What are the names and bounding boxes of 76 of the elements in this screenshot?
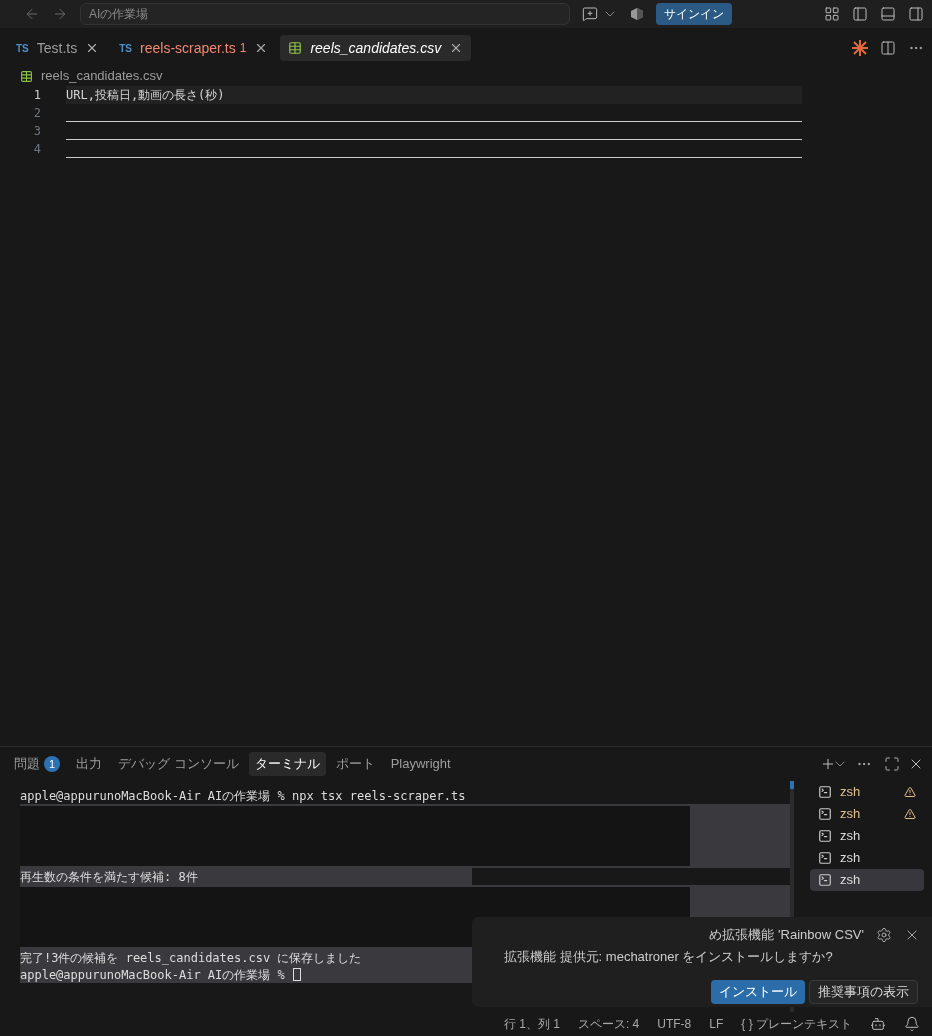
error-count: 1 — [239, 40, 247, 57]
notification-text: め拡張機能 'Rainbow CSV' — [709, 926, 864, 944]
tab-label: Test.ts — [36, 38, 78, 58]
tab-label: 出力 — [76, 755, 102, 774]
chat-icon[interactable] — [582, 6, 598, 22]
status-item[interactable]: LF — [709, 1015, 724, 1033]
code-line: URL,投稿日,動画の長さ(秒) — [66, 88, 225, 102]
tab-label: デバッグ コンソール — [118, 755, 239, 774]
terminal-line: apple@appurunoMacBook-Air AIの作業場 % npx tsx reels-scraper.ts — [20, 789, 466, 803]
session-label: zsh — [840, 783, 861, 802]
table-icon — [20, 69, 33, 83]
tab-label: ポート — [335, 755, 375, 774]
terminal-icon — [818, 785, 832, 799]
terminal-session[interactable]: zsh — [810, 847, 924, 869]
tab-label: 問題 — [14, 755, 40, 774]
session-label: zsh — [840, 827, 861, 846]
panel-tab[interactable]: 問題 1 — [8, 752, 66, 776]
breadcrumb[interactable]: reels_candidates.csv — [41, 66, 163, 86]
notification-text: 拡張機能 提供元: mechatroner をインストールしますか? — [504, 947, 834, 966]
panel-tab[interactable]: 出力 — [70, 752, 108, 776]
panel-tab[interactable]: Playwright — [384, 752, 457, 776]
panel-toggle-icon[interactable] — [880, 6, 896, 22]
terminal-session[interactable]: zsh — [810, 869, 924, 891]
notification-button[interactable]: インストール — [711, 980, 805, 1004]
copilot-icon[interactable] — [870, 1016, 886, 1032]
search-field[interactable]: AIの作業場 — [80, 3, 570, 25]
terminal-icon — [818, 829, 832, 843]
tab-label: Playwright — [390, 755, 451, 774]
panel-tab[interactable]: ターミナル — [248, 752, 326, 776]
terminal-icon — [818, 807, 832, 821]
count-badge: 1 — [44, 756, 60, 772]
layout-icon[interactable] — [824, 6, 840, 22]
terminal-icon — [818, 873, 832, 887]
panel-tab[interactable]: デバッグ コンソール — [112, 752, 245, 776]
session-label: zsh — [840, 849, 861, 868]
notification-button[interactable]: 推奨事項の表示 — [809, 980, 918, 1004]
terminal-line: 再生数の条件を満たす候補: 8件 — [20, 870, 198, 884]
tab-label: reels-scraper.ts — [140, 38, 236, 58]
session-label: zsh — [840, 871, 861, 890]
table-icon — [288, 41, 303, 55]
line-number: 4 — [32, 141, 41, 158]
editor-tab[interactable]: TS Test.ts — [8, 35, 108, 61]
cursor — [292, 968, 301, 981]
line-number: 3 — [32, 123, 41, 140]
typescript-icon: TS — [119, 40, 133, 56]
status-item[interactable]: UTF-8 — [657, 1015, 692, 1033]
tab-label: reels_candidates.csv — [310, 38, 442, 58]
bell-icon[interactable] — [904, 1016, 920, 1032]
status-item[interactable]: { } プレーンテキスト — [741, 1015, 852, 1033]
typescript-icon: TS — [16, 40, 29, 56]
editor-tab[interactable]: TS reels-scraper.ts 1 — [111, 35, 277, 61]
settings-icon[interactable] — [876, 926, 892, 943]
secondary-sidebar-icon[interactable] — [908, 6, 924, 22]
add-icon[interactable] — [820, 756, 836, 772]
sparkle-icon[interactable] — [852, 40, 868, 56]
line-number: 1 — [32, 87, 41, 104]
panel-tab[interactable]: ポート — [329, 752, 381, 776]
terminal-icon — [818, 851, 832, 865]
maximize-icon[interactable] — [884, 756, 900, 772]
status-item[interactable]: スペース: 4 — [577, 1015, 640, 1033]
terminal-line: apple@appurunoMacBook-Air AIの作業場 % — [20, 966, 285, 984]
line-number: 2 — [32, 105, 41, 122]
warning-icon — [904, 786, 916, 798]
signin-button[interactable]: サインイン — [656, 3, 732, 25]
editor-tab[interactable]: reels_candidates.csv — [280, 35, 472, 61]
session-label: zsh — [840, 805, 861, 824]
split-editor-icon[interactable] — [880, 40, 896, 56]
terminal-session[interactable]: zsh — [810, 781, 924, 803]
terminal-session[interactable]: zsh — [810, 825, 924, 847]
tab-label: ターミナル — [254, 755, 320, 774]
status-item[interactable]: 行 1、列 1 — [503, 1015, 560, 1033]
terminal-line: 完了!3件の候補を reels_candidates.csv に保存しました — [20, 951, 362, 965]
cube-icon[interactable] — [630, 7, 644, 21]
warning-icon — [904, 808, 916, 820]
terminal-session[interactable]: zsh — [810, 803, 924, 825]
sidebar-toggle-icon[interactable] — [852, 6, 868, 22]
